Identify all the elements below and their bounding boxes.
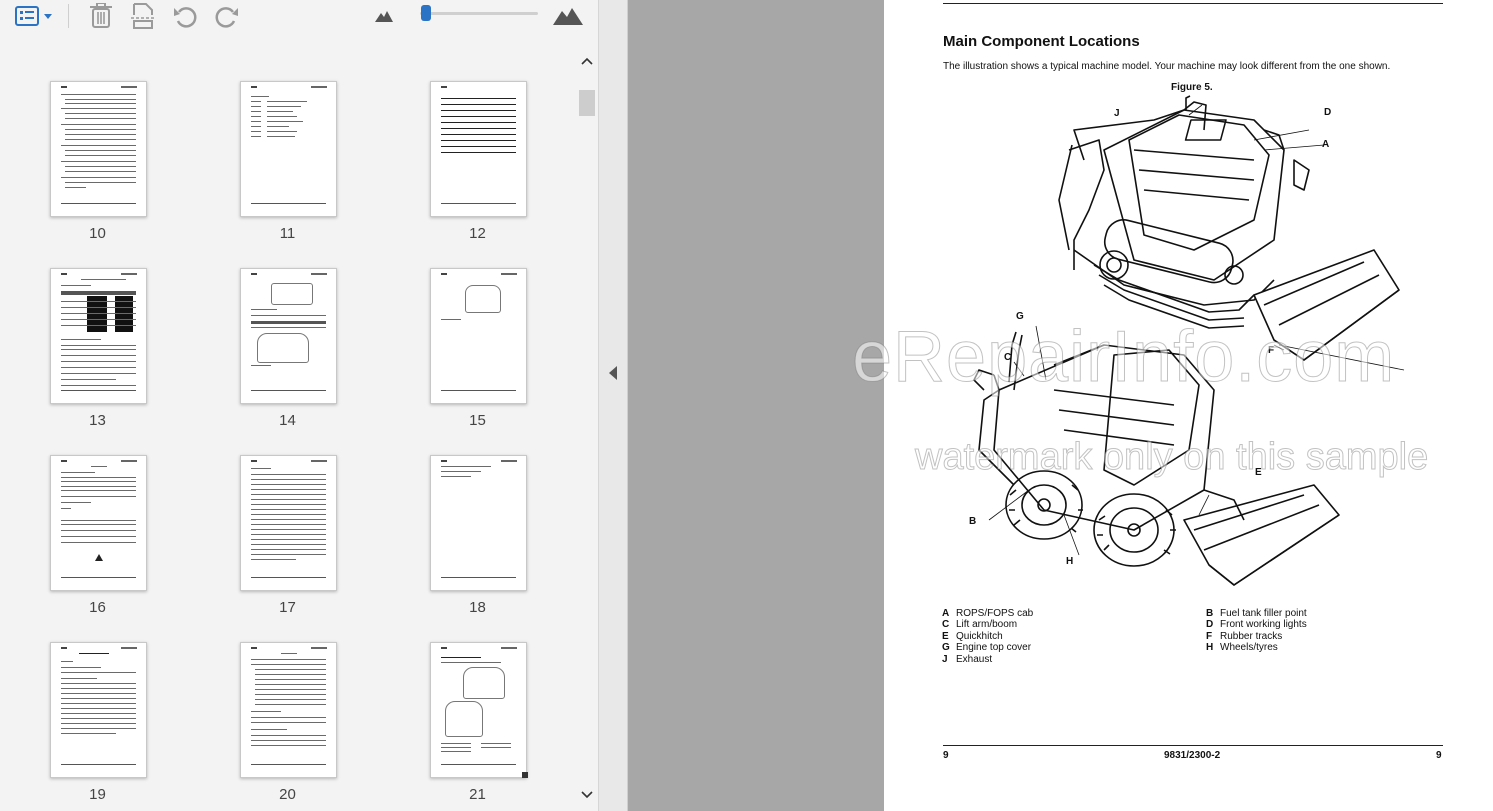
page-thumbnail-18[interactable] — [430, 455, 527, 591]
chevron-up-icon — [581, 57, 593, 65]
page-thumbnail-13[interactable] — [50, 268, 147, 404]
scrollbar-thumb[interactable] — [579, 90, 595, 116]
callout-j: J — [1114, 108, 1120, 119]
thumbnail-page-number: 11 — [279, 225, 296, 242]
legend-item: G Engine top cover — [942, 642, 1032, 653]
page-thumbnail-21[interactable] — [430, 642, 527, 778]
legend-item: A ROPS/FOPS cab — [942, 608, 1034, 619]
scroll-down-button[interactable] — [576, 784, 598, 806]
extract-icon — [131, 3, 155, 29]
page-thumbnail-10[interactable] — [50, 81, 147, 217]
thumbnail-page-number: 17 — [279, 599, 296, 616]
thumbnail-page-number: 19 — [89, 786, 106, 803]
footer-page-left: 9 — [943, 750, 949, 761]
thumbnail-page-number: 21 — [469, 786, 486, 803]
thumbnail-view-icon — [14, 6, 39, 26]
thumbnail-page-number: 10 — [89, 225, 106, 242]
page-thumbnail-12[interactable] — [430, 81, 527, 217]
legend-item: B Fuel tank filler point — [1206, 608, 1307, 619]
intro-text: The illustration shows a typical machine… — [943, 61, 1391, 72]
callout-d: D — [1324, 107, 1332, 118]
thumbnail-scrollbar[interactable] — [576, 48, 598, 811]
undo-icon — [174, 7, 197, 28]
page-thumbnail-16[interactable] — [50, 455, 147, 591]
toolbar-divider — [68, 4, 69, 28]
zoom-in-button[interactable] — [552, 0, 584, 32]
page-thumbnail-17[interactable] — [240, 455, 337, 591]
callout-h: H — [1066, 556, 1074, 567]
thumbnail-page-number: 14 — [279, 412, 296, 429]
undo-button[interactable] — [170, 0, 200, 32]
chevron-down-icon — [581, 791, 593, 799]
thumbnail-page-number: 16 — [89, 599, 106, 616]
page-thumbnail-11[interactable] — [240, 81, 337, 217]
extract-pages-button[interactable] — [128, 0, 158, 32]
page-thumbnail-19[interactable] — [50, 642, 147, 778]
delete-button[interactable] — [86, 0, 116, 32]
thumbnail-view-button[interactable] — [10, 0, 56, 32]
page-thumbnail-15[interactable] — [430, 268, 527, 404]
callout-b: B — [969, 516, 977, 527]
page-title: Main Component Locations — [943, 33, 1140, 50]
thumbnail-page-number: 15 — [469, 412, 486, 429]
redo-button[interactable] — [212, 0, 242, 32]
legend-item: D Front working lights — [1206, 619, 1307, 630]
document-page: Main Component Locations The illustratio… — [884, 0, 1493, 811]
panel-divider[interactable] — [598, 0, 628, 811]
selection-marker — [522, 772, 528, 778]
legend-item: J Exhaust — [942, 654, 993, 665]
document-background — [628, 0, 884, 811]
zoom-in-icon — [553, 8, 583, 25]
thumbnail-toolbar — [0, 0, 598, 34]
zoom-out-button[interactable] — [372, 0, 396, 32]
footer-rule — [943, 745, 1443, 746]
footer-page-right: 9 — [1436, 750, 1442, 761]
thumbnail-page-number: 18 — [469, 599, 486, 616]
thumbnail-page-number: 12 — [469, 225, 486, 242]
thumbnail-page-number: 13 — [89, 412, 106, 429]
thumbnail-panel: 10 11 12 13 14 15 16 17 18 19 20 21 — [0, 0, 598, 811]
callout-a: A — [1322, 139, 1330, 150]
legend-item: F Rubber tracks — [1206, 631, 1283, 642]
redo-icon — [215, 7, 238, 28]
header-rule — [943, 3, 1443, 4]
legend-item: E Quickhitch — [942, 631, 1003, 642]
thumbnail-page-number: 20 — [279, 786, 296, 803]
collapse-panel-icon[interactable] — [609, 366, 617, 380]
zoom-slider-track[interactable] — [420, 12, 538, 15]
page-thumbnail-20[interactable] — [240, 642, 337, 778]
legend-item: C Lift arm/boom — [942, 619, 1018, 630]
footer-doc-code: 9831/2300-2 — [1164, 750, 1221, 761]
page-thumbnail-14[interactable] — [240, 268, 337, 404]
zoom-out-icon — [375, 11, 393, 22]
zoom-slider-handle[interactable] — [421, 5, 431, 21]
delete-icon — [90, 3, 112, 28]
chevron-down-icon — [43, 13, 52, 19]
scroll-up-button[interactable] — [576, 50, 598, 72]
watermark-text: eRepairInfo.com — [851, 317, 1396, 398]
legend-item: H Wheels/tyres — [1206, 642, 1278, 653]
watermark-subtext: watermark only on this sample — [914, 436, 1429, 479]
